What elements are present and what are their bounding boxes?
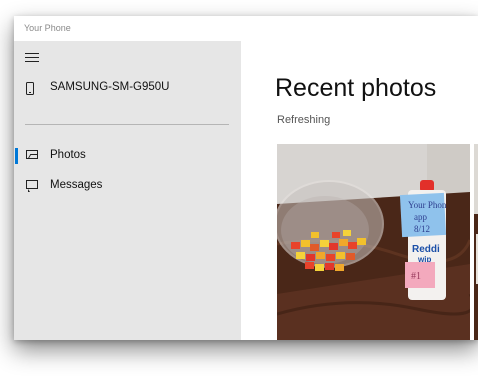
- refresh-status: Refreshing: [277, 114, 331, 126]
- photo-image: [474, 144, 478, 340]
- photo-thumbnail[interactable]: [474, 144, 478, 340]
- svg-text:app: app: [414, 212, 427, 222]
- sidebar-item-messages[interactable]: Messages: [14, 175, 241, 197]
- message-icon: [26, 180, 38, 192]
- photo-thumbnail[interactable]: Your Phon app 8/12 Reddi wip #1: [277, 144, 470, 340]
- window-title: Your Phone: [24, 23, 71, 33]
- phone-icon: [26, 82, 34, 95]
- sidebar: SAMSUNG-SM-G950U Photos Messages: [14, 41, 241, 340]
- svg-text:Reddi: Reddi: [412, 244, 440, 255]
- photo-image: Your Phon app 8/12 Reddi wip #1: [277, 144, 470, 340]
- sidebar-item-label: Photos: [50, 149, 86, 161]
- selected-indicator: [15, 148, 18, 164]
- device-name: SAMSUNG-SM-G950U: [50, 81, 170, 93]
- hamburger-menu-icon[interactable]: [25, 53, 39, 63]
- main-content: Recent photos Refreshing Your Phon app 8…: [241, 41, 478, 340]
- title-bar[interactable]: Your Phone: [14, 16, 478, 41]
- svg-text:Your Phon: Your Phon: [408, 200, 447, 210]
- photo-icon: [26, 150, 38, 159]
- device-selector[interactable]: SAMSUNG-SM-G950U: [26, 81, 231, 101]
- page-title: Recent photos: [275, 74, 437, 102]
- sidebar-item-photos[interactable]: Photos: [14, 145, 241, 167]
- svg-text:8/12: 8/12: [414, 224, 430, 234]
- app-window: Your Phone SAMSUNG-SM-G950U Photos Messa…: [14, 16, 478, 340]
- sidebar-divider: [25, 124, 229, 125]
- sidebar-item-label: Messages: [50, 179, 103, 191]
- svg-text:#1: #1: [411, 271, 421, 282]
